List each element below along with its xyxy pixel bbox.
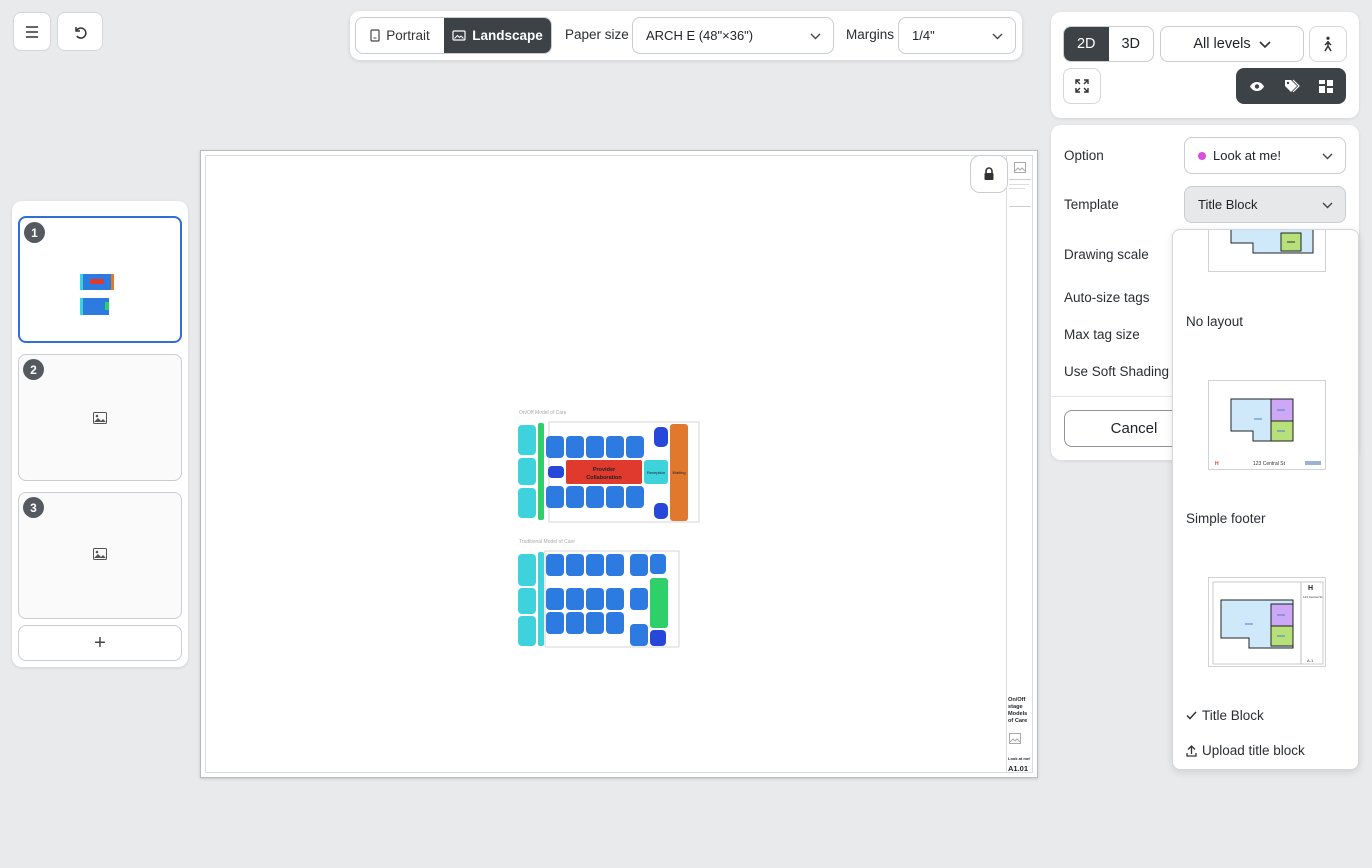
- title-block-option: Look at me!: [1008, 756, 1031, 761]
- view-mode-toggle: 2D 3D: [1063, 26, 1154, 62]
- image-placeholder-icon: [1009, 733, 1021, 744]
- template-option-simple-footer[interactable]: Simple footer: [1186, 511, 1266, 526]
- drawing-sheet[interactable]: On/Off stage Models of Care Look at me! …: [200, 150, 1038, 778]
- chevron-down-icon: [1322, 153, 1333, 159]
- title-block-name: On/Off stage Models of Care: [1008, 697, 1028, 724]
- collab-label-2: Collaboration: [586, 475, 622, 481]
- paper-size-value: ARCH E (48"×36"): [646, 28, 754, 43]
- pages-panel: 1 2 3 +: [12, 201, 188, 667]
- page-number: 2: [23, 359, 44, 380]
- expand-button[interactable]: [1063, 68, 1101, 104]
- mode-2d-button[interactable]: 2D: [1064, 27, 1109, 61]
- collab-label-1: Provider: [593, 467, 616, 473]
- option-value: Look at me!: [1213, 148, 1281, 163]
- checkmark-icon: [1186, 711, 1197, 720]
- template-thumb-simple-footer[interactable]: H 123 Central St: [1208, 380, 1326, 470]
- portrait-button[interactable]: Portrait: [356, 18, 444, 53]
- tag-icon[interactable]: [1284, 79, 1300, 93]
- sheet-number: A1.01: [1008, 764, 1029, 773]
- margins-value: 1/4": [912, 28, 935, 43]
- template-option-title-block[interactable]: Title Block: [1186, 708, 1264, 723]
- expand-icon: [1075, 79, 1089, 93]
- landscape-button[interactable]: Landscape: [444, 18, 551, 53]
- option-select[interactable]: Look at me!: [1184, 137, 1346, 174]
- chevron-down-icon: [1322, 202, 1333, 208]
- portrait-label: Portrait: [386, 28, 430, 43]
- page-number: 3: [23, 497, 44, 518]
- margins-label: Margins: [846, 27, 895, 42]
- footer-thumb-text: 123 Central St: [1253, 461, 1286, 467]
- plan1-title: On/Off Model of Care: [519, 410, 567, 416]
- paper-size-label: Paper size: [565, 27, 629, 42]
- page-thumbnail-2[interactable]: 2: [18, 354, 182, 481]
- landscape-icon: [452, 30, 466, 41]
- add-page-button[interactable]: +: [18, 625, 182, 661]
- chevron-down-icon: [992, 33, 1003, 39]
- page-setup-toolbar: Portrait Landscape Paper size ARCH E (48…: [350, 11, 1022, 60]
- waiting-label: Waiting: [672, 470, 685, 475]
- template-dropdown-menu: No layout H 123 Central St Simple footer…: [1172, 229, 1359, 770]
- portrait-icon: [370, 29, 380, 42]
- titleblock-thumb-num: A-1: [1307, 658, 1314, 663]
- eye-icon[interactable]: [1249, 81, 1265, 92]
- walk-icon: [1324, 36, 1332, 52]
- floor-plan-2: [518, 550, 680, 648]
- landscape-label: Landscape: [472, 28, 543, 43]
- grid-layout-icon[interactable]: [1318, 79, 1333, 93]
- chevron-down-icon: [810, 33, 821, 39]
- template-thumb-partial: [1208, 230, 1326, 272]
- upload-icon: [1186, 744, 1197, 757]
- margins-select[interactable]: 1/4": [898, 17, 1016, 54]
- floor-plan-1: Provider Collaboration Reception Waiting: [518, 421, 700, 523]
- page-number: 1: [24, 222, 45, 243]
- levels-select[interactable]: All levels: [1160, 26, 1304, 62]
- template-label: Template: [1064, 197, 1119, 212]
- undo-button[interactable]: [57, 12, 103, 51]
- page-thumbnail-3[interactable]: 3: [18, 492, 182, 619]
- template-option-title-block-label: Title Block: [1202, 708, 1264, 723]
- image-placeholder-icon: [1014, 162, 1026, 173]
- plan2-title: Traditional Model of Care: [519, 539, 575, 545]
- image-placeholder-icon: [93, 412, 107, 424]
- lock-icon: [984, 167, 994, 180]
- orientation-toggle: Portrait Landscape: [355, 17, 552, 54]
- page-thumbnail-1[interactable]: 1: [18, 216, 182, 343]
- svg-text:H: H: [1215, 461, 1219, 467]
- page-1-preview: [80, 274, 114, 315]
- display-toggle-group: [1236, 68, 1346, 104]
- reception-label: Reception: [647, 470, 665, 475]
- template-option-no-layout[interactable]: No layout: [1186, 314, 1243, 329]
- option-label: Option: [1064, 148, 1104, 163]
- template-value: Title Block: [1198, 197, 1258, 212]
- upload-title-block-label: Upload title block: [1202, 743, 1305, 758]
- hamburger-icon: [26, 25, 38, 38]
- walk-button[interactable]: [1309, 26, 1347, 62]
- template-thumb-title-block[interactable]: H 123 Central St A-1: [1208, 577, 1326, 667]
- template-select[interactable]: Title Block: [1184, 186, 1346, 223]
- svg-text:H: H: [1308, 585, 1313, 592]
- titleblock-thumb-text: 123 Central St: [1303, 595, 1322, 599]
- image-placeholder-icon: [93, 548, 107, 560]
- levels-value: All levels: [1193, 36, 1251, 52]
- view-controls: 2D 3D All levels: [1051, 12, 1359, 118]
- auto-size-tags-label: Auto-size tags: [1064, 290, 1150, 305]
- option-color-dot: [1198, 151, 1206, 160]
- chevron-down-icon: [1259, 40, 1271, 48]
- undo-icon: [75, 26, 87, 39]
- soft-shading-label: Use Soft Shading: [1064, 364, 1170, 379]
- paper-size-select[interactable]: ARCH E (48"×36"): [632, 17, 834, 54]
- upload-title-block-button[interactable]: Upload title block: [1186, 743, 1305, 758]
- drawing-scale-label: Drawing scale: [1064, 247, 1149, 262]
- mode-3d-button[interactable]: 3D: [1109, 27, 1154, 61]
- title-block: On/Off stage Models of Care Look at me! …: [1006, 155, 1033, 773]
- max-tag-size-label: Max tag size: [1064, 327, 1140, 342]
- lock-button[interactable]: [970, 155, 1008, 193]
- menu-button[interactable]: [13, 12, 51, 51]
